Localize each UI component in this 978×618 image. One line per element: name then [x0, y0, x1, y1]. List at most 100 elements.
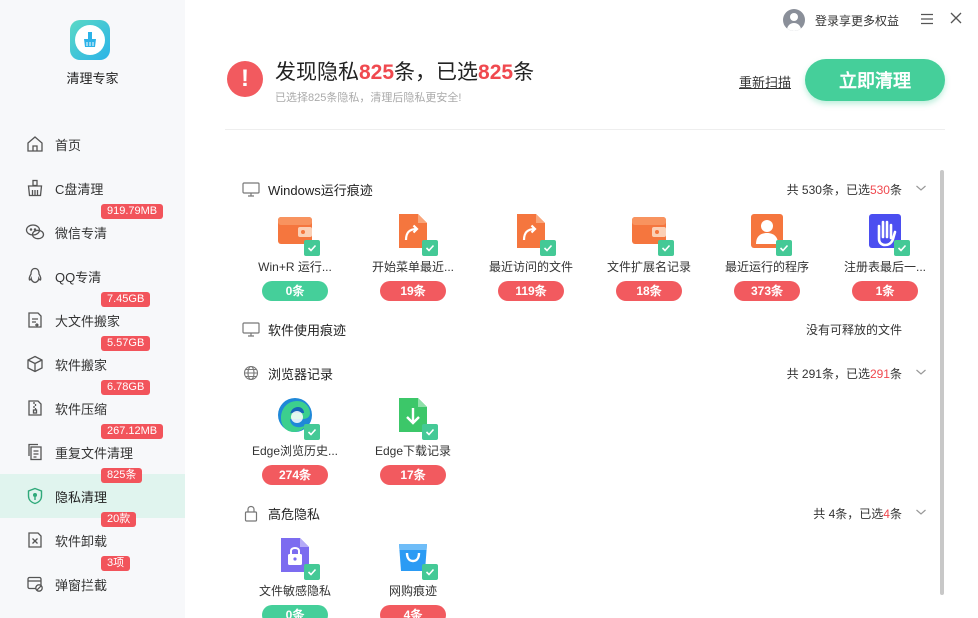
sidebar-item-privacy[interactable]: 825条 隐私清理	[0, 468, 185, 518]
sidebar-item-label: 重复文件清理	[55, 445, 134, 461]
sidebar-item-label: 大文件搬家	[55, 313, 121, 329]
section-summary: 共 291条，已选291条	[787, 365, 902, 382]
privacy-item-start-menu[interactable]: 开始菜单最近... 19条	[363, 212, 463, 301]
item-count: 4条	[380, 605, 446, 618]
privacy-item-edge-history[interactable]: Edge浏览历史... 274条	[245, 396, 345, 485]
shopping-bag-icon	[394, 536, 438, 580]
count-badge: 20款	[101, 512, 137, 527]
doc-arrow-icon	[394, 212, 438, 256]
item-count: 0条	[262, 281, 328, 301]
warning-icon: !	[227, 61, 263, 97]
section-windows-header[interactable]: Windows运行痕迹 共 530条，已选530条	[242, 179, 932, 199]
avatar-icon	[783, 9, 805, 31]
doc-arrow-icon	[512, 212, 556, 256]
sidebar-item-software-move[interactable]: 5.57GB 软件搬家	[0, 336, 185, 386]
section-selected: 291	[869, 367, 890, 381]
sidebar-item-large-file[interactable]: 7.45GB 大文件搬家	[0, 292, 185, 342]
section-total: 共 4条，已选	[813, 507, 884, 521]
privacy-item-recent-programs[interactable]: 最近运行的程序 373条	[717, 212, 817, 301]
sidebar: 清理专家 首页 C盘清理 919.79MB 微信专清 QQ专清 7.45GB 大…	[0, 0, 185, 618]
section-summary: 共 4条，已选4条	[813, 505, 902, 522]
summary-subtitle: 已选择825条隐私，清理后隐私更安全!	[275, 92, 462, 104]
duplicate-file-icon	[25, 442, 45, 462]
sidebar-item-label: C盘清理	[55, 181, 104, 197]
item-label: Edge浏览历史...	[251, 444, 339, 458]
sidebar-item-label: 首页	[55, 137, 82, 153]
sidebar-item-label: 软件卸载	[55, 533, 108, 549]
chevron-down-icon[interactable]	[915, 366, 927, 378]
section-unit: 条	[889, 367, 902, 381]
clean-now-button[interactable]: 立即清理	[805, 59, 945, 101]
globe-icon	[242, 365, 260, 381]
section-software-header: 软件使用痕迹 没有可释放的文件	[242, 319, 932, 339]
hand-icon	[866, 212, 910, 256]
privacy-item-recent-files[interactable]: 最近访问的文件 119条	[481, 212, 581, 301]
item-count: 17条	[380, 465, 446, 485]
section-selected: 530	[869, 183, 890, 197]
check-icon[interactable]	[422, 240, 438, 256]
lock-doc-icon	[276, 536, 320, 580]
sidebar-item-qq[interactable]: QQ专清	[0, 254, 185, 298]
summary-prefix: 发现隐私	[275, 61, 359, 84]
sidebar-item-home[interactable]: 首页	[0, 122, 185, 166]
login-text: 登录享更多权益	[815, 13, 900, 28]
wallet-icon	[276, 212, 320, 256]
sidebar-item-label: 软件压缩	[55, 401, 108, 417]
zip-icon	[25, 398, 45, 418]
sidebar-item-duplicate[interactable]: 267.12MB 重复文件清理	[0, 424, 185, 474]
privacy-item-winr[interactable]: Win+R 运行... 0条	[245, 212, 345, 301]
check-icon[interactable]	[540, 240, 556, 256]
check-icon[interactable]	[304, 424, 320, 440]
section-risk-header[interactable]: 高危隐私 共 4条，已选4条	[242, 503, 932, 523]
file-move-icon	[25, 310, 45, 330]
penguin-icon	[25, 266, 45, 286]
summary-headline: 发现隐私825条，已选825条	[275, 56, 534, 86]
section-title: 浏览器记录	[268, 366, 334, 382]
wallet-icon	[630, 212, 674, 256]
item-label: Win+R 运行...	[258, 260, 332, 274]
privacy-item-sensitive-files[interactable]: 文件敏感隐私 0条	[245, 536, 345, 618]
size-badge: 7.45GB	[101, 292, 151, 307]
check-icon[interactable]	[422, 424, 438, 440]
sidebar-item-label: 弹窗拦截	[55, 577, 108, 593]
check-icon[interactable]	[658, 240, 674, 256]
check-icon[interactable]	[894, 240, 910, 256]
count-badge: 825条	[101, 468, 143, 483]
item-count: 119条	[498, 281, 564, 301]
scrollbar[interactable]	[940, 170, 944, 595]
divider	[225, 129, 945, 130]
sidebar-item-label: QQ专清	[55, 269, 102, 285]
login-link[interactable]: 登录享更多权益	[783, 8, 899, 32]
item-label: 网购痕迹	[388, 584, 437, 598]
privacy-item-shopping[interactable]: 网购痕迹 4条	[363, 536, 463, 618]
item-label: 文件敏感隐私	[258, 584, 331, 598]
selected-count: 825	[478, 61, 514, 84]
privacy-item-registry[interactable]: 注册表最后一... 1条	[835, 212, 935, 301]
check-icon[interactable]	[304, 564, 320, 580]
privacy-item-edge-downloads[interactable]: Edge下载记录 17条	[363, 396, 463, 485]
close-icon[interactable]	[949, 11, 963, 25]
sidebar-item-wechat[interactable]: 919.79MB 微信专清	[0, 204, 185, 254]
lock-icon	[242, 505, 260, 522]
item-label: 最近运行的程序	[724, 260, 809, 274]
privacy-item-file-ext[interactable]: 文件扩展名记录 18条	[599, 212, 699, 301]
sidebar-item-label: 隐私清理	[55, 489, 108, 505]
section-title: 软件使用痕迹	[268, 322, 347, 338]
section-total: 共 530条，已选	[786, 183, 870, 197]
menu-icon[interactable]	[920, 13, 934, 25]
rescan-link[interactable]: 重新扫描	[739, 72, 791, 91]
section-browser-header[interactable]: 浏览器记录 共 291条，已选291条	[242, 363, 932, 383]
sidebar-item-uninstall[interactable]: 20款 软件卸载	[0, 512, 185, 562]
section-selected: 4	[883, 507, 890, 521]
download-doc-icon	[394, 396, 438, 440]
chevron-down-icon[interactable]	[915, 182, 927, 194]
section-total: 共 291条，已选	[786, 367, 870, 381]
section-unit: 条	[889, 183, 902, 197]
shield-icon	[25, 486, 45, 506]
check-icon[interactable]	[304, 240, 320, 256]
check-icon[interactable]	[422, 564, 438, 580]
chevron-down-icon[interactable]	[915, 506, 927, 518]
sidebar-item-popup-block[interactable]: 3项 弹窗拦截	[0, 556, 185, 606]
uninstall-icon	[25, 530, 45, 550]
check-icon[interactable]	[776, 240, 792, 256]
